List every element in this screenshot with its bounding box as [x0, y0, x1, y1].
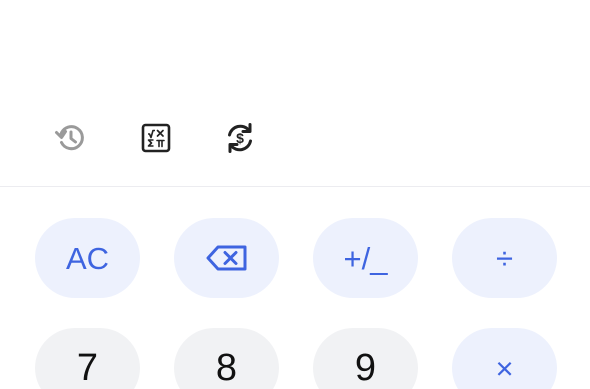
svg-text:$: $	[236, 130, 244, 146]
currency-converter-button[interactable]: $	[218, 116, 262, 160]
clear-button-label: AC	[65, 240, 110, 276]
backspace-icon	[206, 245, 246, 271]
divide-label: ÷	[495, 240, 513, 276]
digit-8-label: 8	[215, 347, 238, 389]
digit-8-button[interactable]: 8	[174, 328, 279, 389]
multiply-label: ×	[495, 350, 514, 386]
calculator-toolbar: $	[0, 100, 590, 186]
multiply-button[interactable]: ×	[452, 328, 557, 389]
digit-7-label: 7	[76, 347, 99, 389]
sign-toggle-label: +/_	[343, 240, 388, 276]
calculator-display	[0, 0, 590, 100]
scientific-button[interactable]	[134, 116, 178, 160]
digit-9-button[interactable]: 9	[313, 328, 418, 389]
clear-button[interactable]: AC	[35, 218, 140, 298]
digit-9-label: 9	[354, 347, 377, 389]
calculator-app: $ AC +/_ ÷ 7 8 9 ×	[0, 0, 590, 389]
divide-button[interactable]: ÷	[452, 218, 557, 298]
currency-convert-icon: $	[228, 123, 252, 153]
history-button[interactable]	[49, 116, 93, 160]
scientific-functions-icon	[141, 123, 171, 153]
keypad: AC +/_ ÷ 7 8 9 ×	[0, 187, 590, 389]
digit-7-button[interactable]: 7	[35, 328, 140, 389]
sign-toggle-button[interactable]: +/_	[313, 218, 418, 298]
history-icon	[55, 125, 84, 151]
backspace-button[interactable]	[174, 218, 279, 298]
